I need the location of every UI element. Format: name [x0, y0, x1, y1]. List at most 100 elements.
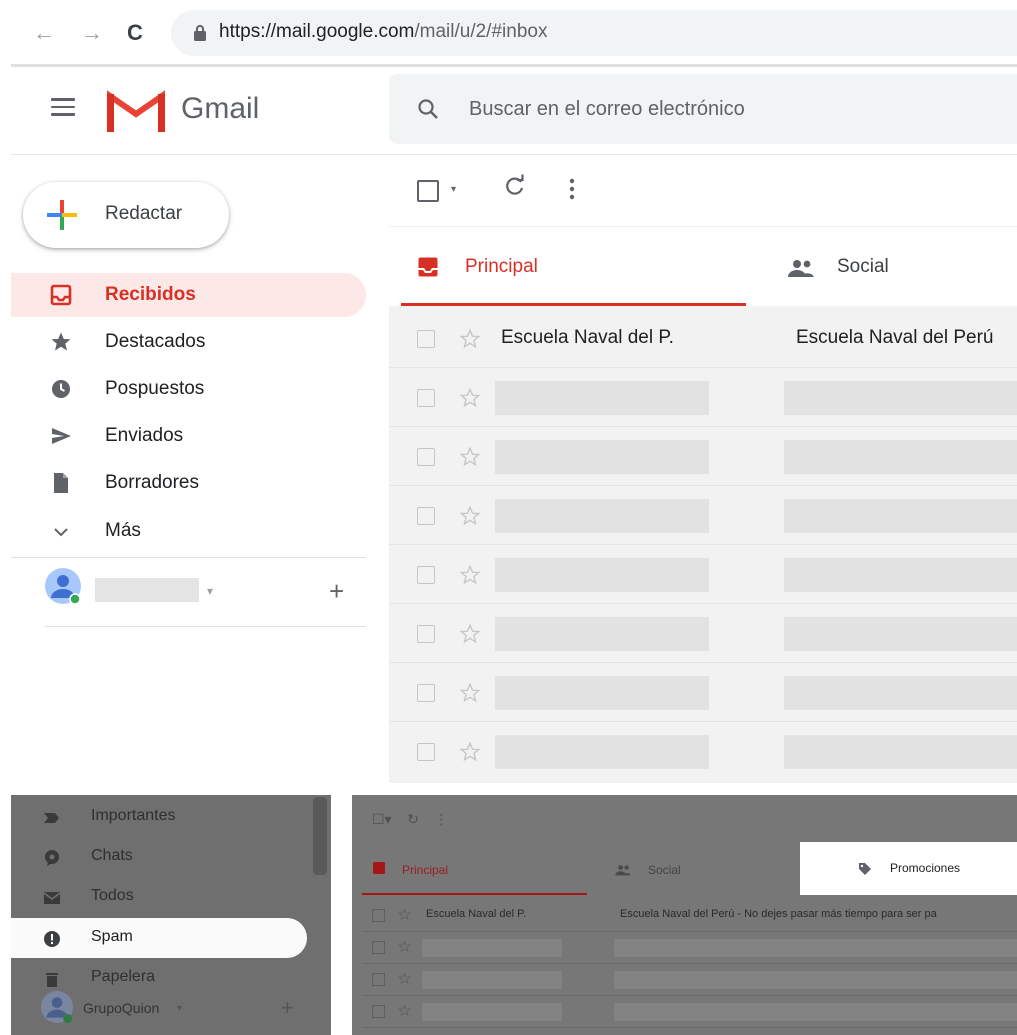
- sidebar-item-pospuestos[interactable]: Pospuestos: [11, 367, 366, 411]
- address-bar[interactable]: https://mail.google.com/mail/u/2/#inbox: [171, 10, 1017, 56]
- star-outline-icon[interactable]: [398, 940, 411, 953]
- row-checkbox[interactable]: [417, 566, 435, 584]
- compose-label: Redactar: [105, 203, 183, 224]
- table-row[interactable]: [389, 545, 1017, 604]
- star-outline-icon[interactable]: [459, 564, 481, 586]
- row-checkbox[interactable]: [417, 448, 435, 466]
- account-name-placeholder: [95, 578, 199, 602]
- tab-principal[interactable]: Principal: [401, 238, 746, 306]
- sidebar-item-borradores[interactable]: Borradores: [11, 461, 366, 505]
- gmail-main-screenshot: ← → C https://mail.google.com/mail/u/2/#…: [11, 0, 1017, 783]
- draft-icon: [54, 473, 68, 493]
- sidebar-item-destacados[interactable]: Destacados: [11, 320, 366, 364]
- sidebar-item-label: Destacados: [105, 331, 206, 352]
- subject-placeholder: [784, 440, 1017, 474]
- table-row[interactable]: [362, 933, 1017, 964]
- row-checkbox[interactable]: [372, 1005, 385, 1018]
- select-dropdown-icon[interactable]: ▾: [451, 184, 456, 195]
- star-outline-icon[interactable]: [398, 908, 411, 921]
- subject-placeholder: [614, 939, 1017, 957]
- subject-placeholder: [784, 617, 1017, 651]
- sender-placeholder: [495, 440, 709, 474]
- refresh-icon[interactable]: [503, 174, 527, 198]
- tab-social[interactable]: Social: [648, 863, 681, 877]
- search-input[interactable]: Buscar en el correo electrónico: [469, 98, 745, 121]
- inbox-tab-icon: [418, 257, 438, 277]
- table-row[interactable]: [389, 663, 1017, 722]
- star-outline-icon[interactable]: [459, 623, 481, 645]
- subject-placeholder: [614, 1003, 1017, 1021]
- sidebar-item-label: Pospuestos: [105, 378, 205, 399]
- avatar[interactable]: [45, 568, 81, 604]
- sidebar-divider: [11, 557, 366, 558]
- email-sender: Escuela Naval del P.: [426, 908, 527, 920]
- row-checkbox[interactable]: [417, 330, 435, 348]
- star-outline-icon[interactable]: [459, 328, 481, 350]
- row-checkbox[interactable]: [372, 941, 385, 954]
- email-sender: Escuela Naval del P.: [501, 327, 674, 348]
- important-icon: [44, 813, 59, 823]
- table-row[interactable]: [362, 997, 1017, 1028]
- select-all-checkbox[interactable]: [417, 180, 439, 202]
- subject-placeholder: [784, 558, 1017, 592]
- search-bar[interactable]: Buscar en el correo electrónico: [389, 74, 1017, 144]
- search-icon[interactable]: [417, 98, 439, 120]
- add-account-icon[interactable]: +: [281, 995, 294, 1021]
- tag-icon: [859, 863, 871, 875]
- table-row[interactable]: [389, 722, 1017, 780]
- header-divider: [11, 154, 1017, 155]
- star-outline-icon[interactable]: [459, 682, 481, 704]
- add-account-icon[interactable]: +: [329, 576, 344, 607]
- sidebar-item-enviados[interactable]: Enviados: [11, 414, 366, 458]
- table-row[interactable]: [389, 486, 1017, 545]
- sidebar-item-spam[interactable]: Spam: [11, 918, 307, 958]
- row-checkbox[interactable]: [417, 507, 435, 525]
- sidebar-item-chats[interactable]: Chats: [11, 837, 331, 877]
- sender-placeholder: [422, 939, 562, 957]
- tab-label: Promociones: [890, 861, 961, 875]
- row-checkbox[interactable]: [417, 625, 435, 643]
- table-row[interactable]: [389, 427, 1017, 486]
- sidebar-item-importantes[interactable]: Importantes: [11, 797, 331, 837]
- star-icon: [51, 332, 71, 351]
- sender-placeholder: [422, 1003, 562, 1021]
- more-options-icon[interactable]: [569, 178, 575, 200]
- sender-placeholder: [495, 676, 709, 710]
- sidebar-item-label: Chats: [91, 847, 133, 864]
- reload-icon[interactable]: C: [127, 18, 143, 48]
- table-row[interactable]: [362, 965, 1017, 996]
- star-outline-icon[interactable]: [459, 446, 481, 468]
- scrollbar[interactable]: [313, 797, 327, 875]
- toolbar-icons[interactable]: ☐▾ ↻ ⋮: [372, 811, 448, 828]
- account-dropdown-icon[interactable]: ▾: [177, 1003, 182, 1014]
- sidebar-item-recibidos[interactable]: Recibidos: [11, 273, 366, 317]
- sidebar-item-mas[interactable]: Más: [11, 509, 366, 553]
- tab-social[interactable]: Social: [781, 238, 1017, 306]
- people-icon: [615, 865, 631, 876]
- star-outline-icon[interactable]: [459, 741, 481, 763]
- star-outline-icon[interactable]: [459, 505, 481, 527]
- subject-placeholder: [784, 499, 1017, 533]
- row-checkbox[interactable]: [372, 909, 385, 922]
- sidebar-item-label: Enviados: [105, 425, 184, 446]
- row-checkbox[interactable]: [372, 973, 385, 986]
- star-outline-icon[interactable]: [459, 387, 481, 409]
- star-outline-icon[interactable]: [398, 972, 411, 985]
- menu-icon[interactable]: [51, 98, 75, 118]
- star-outline-icon[interactable]: [398, 1004, 411, 1017]
- table-row[interactable]: Escuela Naval del P. Escuela Naval del P…: [389, 309, 1017, 368]
- table-row[interactable]: [389, 604, 1017, 663]
- table-row[interactable]: Escuela Naval del P. Escuela Naval del P…: [362, 901, 1017, 932]
- back-arrow-icon[interactable]: ←: [33, 18, 55, 48]
- forward-arrow-icon[interactable]: →: [81, 18, 103, 48]
- compose-button[interactable]: Redactar: [23, 182, 229, 248]
- tab-principal[interactable]: Principal: [402, 863, 448, 877]
- tab-promociones[interactable]: Promociones: [800, 842, 1017, 895]
- avatar[interactable]: [41, 991, 73, 1023]
- row-checkbox[interactable]: [417, 389, 435, 407]
- sidebar-item-todos[interactable]: Todos: [11, 877, 331, 917]
- table-row[interactable]: [389, 368, 1017, 427]
- row-checkbox[interactable]: [417, 743, 435, 761]
- row-checkbox[interactable]: [417, 684, 435, 702]
- account-dropdown-icon[interactable]: ▾: [207, 584, 213, 598]
